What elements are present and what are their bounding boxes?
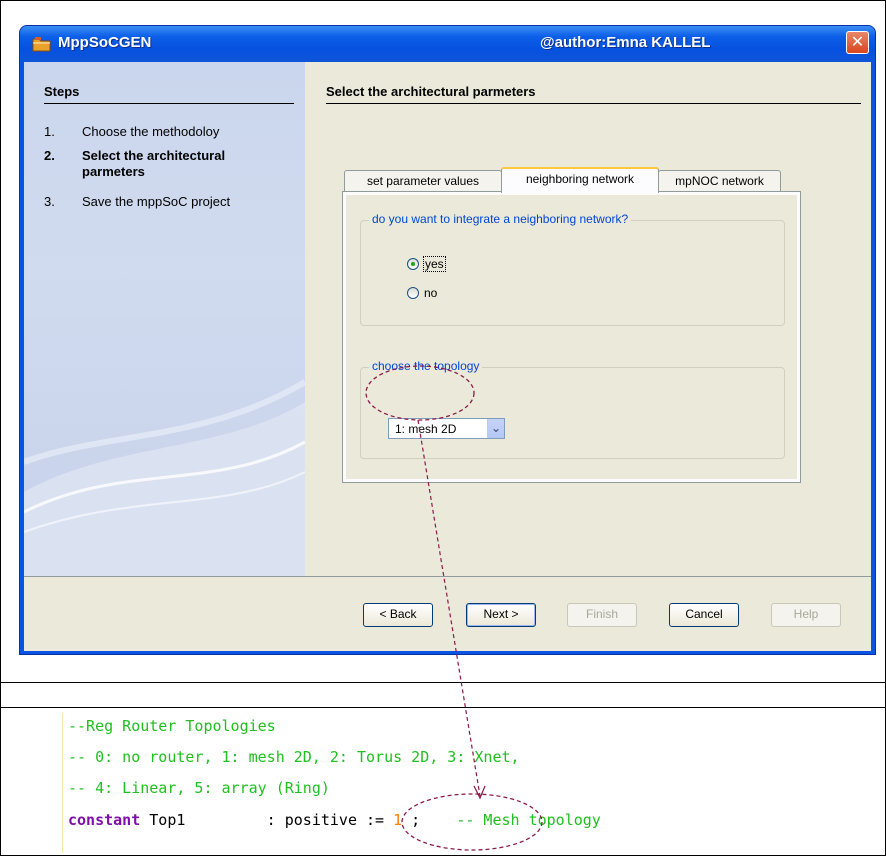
tab-mpnoc-network[interactable]: mpNOC network [658,170,781,192]
editor-gutter [62,713,63,853]
topology-group: choose the topology 1: mesh 2D ⌄ [360,359,785,459]
code-line-4: constant Top1 : positive := 1 ; -- Mesh … [68,811,601,829]
step-label: Select the architectural parmeters [82,148,226,179]
wizard-window: MppSoCGEN @author:Emna KALLEL ✕ Steps 1.… [20,26,875,654]
help-button[interactable]: Help [771,603,841,627]
group-title: do you want to integrate a neighboring n… [369,212,632,226]
step-number: 2. [44,148,55,163]
cancel-button[interactable]: Cancel [669,603,739,627]
code-identifier: Top1 [140,811,186,829]
divider-lower [0,707,886,708]
code-type: positive := [284,811,394,829]
step-number: 1. [44,124,55,139]
step-number: 3. [44,194,55,209]
next-button[interactable]: Next > [466,603,536,627]
code-keyword: constant [68,811,141,829]
radio-label: no [424,286,438,300]
topology-select-value: 1: mesh 2D [395,422,457,436]
title-divider [326,103,861,104]
code-value: 1 [393,811,403,829]
code-line-3: -- 4: Linear, 5: array (Ring) [68,779,330,797]
steps-pane: Steps 1. Choose the methodoloy 2. Select… [24,62,305,576]
radio-selected-icon[interactable] [407,258,419,270]
neighbor-group: do you want to integrate a neighboring n… [360,212,785,326]
back-button[interactable]: < Back [363,603,433,627]
code-comment: -- Mesh topology [420,811,601,829]
code-terminator: ; [402,811,421,829]
chevron-down-icon[interactable]: ⌄ [487,419,504,438]
dialog-client: Steps 1. Choose the methodoloy 2. Select… [24,62,871,651]
group-title: choose the topology [369,359,483,373]
tab-neighboring-network[interactable]: neighboring network [501,167,659,193]
folder-icon [32,37,51,52]
page-title: Select the architectural parmeters [326,84,536,99]
button-bar: < Back Next > Finish Cancel Help [24,576,871,651]
code-line-1: --Reg Router Topologies [68,717,276,735]
steps-heading: Steps [44,84,80,99]
author-title: @author:Emna KALLEL [540,34,711,51]
close-icon[interactable]: ✕ [846,31,869,54]
code-line-2: -- 0: no router, 1: mesh 2D, 2: Torus 2D… [68,748,520,766]
finish-button[interactable]: Finish [567,603,637,627]
tab-panel: do you want to integrate a neighboring n… [342,191,801,483]
radio-unselected-icon[interactable] [407,287,419,299]
steps-divider [44,103,294,104]
title-bar[interactable]: MppSoCGEN @author:Emna KALLEL ✕ [20,26,875,62]
tab-set-parameter-values[interactable]: set parameter values [344,170,502,192]
step-label: Choose the methodoloy [82,124,220,139]
divider-upper [0,682,886,683]
panel-body: do you want to integrate a neighboring n… [346,195,797,479]
code-colon: : [185,811,285,829]
radio-label: yes [423,256,446,272]
step-label: Save the mppSoC project [82,194,231,209]
app-title: MppSoCGEN [58,34,152,51]
topology-select[interactable]: 1: mesh 2D ⌄ [388,418,505,439]
